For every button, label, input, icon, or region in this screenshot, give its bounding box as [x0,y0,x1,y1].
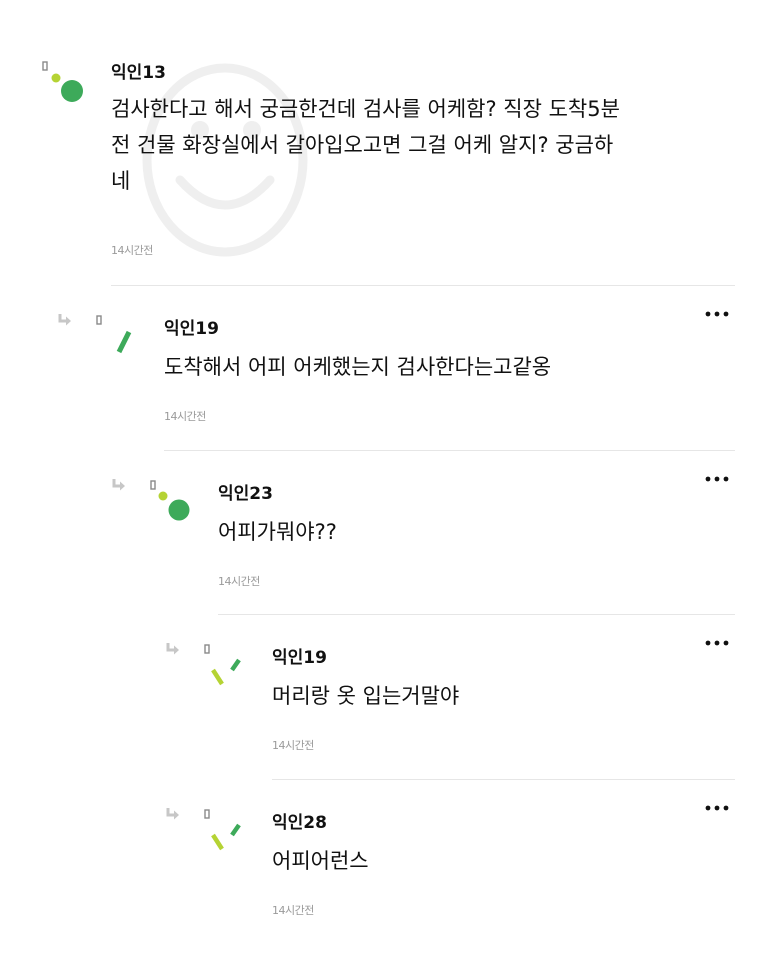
green-dot-avatar-icon [51,73,83,102]
divider [272,779,735,780]
comment-author: 익인28 [272,813,327,833]
more-options-icon[interactable] [704,638,730,648]
reply-arrow-icon [112,479,125,491]
divider [111,285,735,286]
comment-body: 도착해서 어피 어케했는지 검사한다는고같옹 [164,350,724,384]
green-dot-avatar-icon [158,491,190,521]
comment-body: 어피어런스 [272,844,712,878]
more-options-icon[interactable] [704,803,730,813]
comment-body: 머리랑 옷 입는거말야 [272,679,712,713]
small-marker-icon [42,61,48,71]
comment-author: 익인13 [111,63,166,83]
comment-time: 14시간전 [272,904,314,917]
comment-line: 어피어런스 [272,849,369,873]
reply-arrow-icon [58,314,71,326]
more-options-icon[interactable] [704,474,730,484]
small-marker-icon [96,315,102,325]
more-options-icon[interactable] [704,309,730,319]
divider [164,450,735,451]
comment-time: 14시간전 [111,244,153,257]
reply-arrow-icon [166,643,179,655]
small-marker-icon [204,809,210,819]
comment-line: 머리랑 옷 입는거말야 [272,684,460,708]
comment-line: 전 건물 화장실에서 갈아입오고면 그걸 어케 알지? 궁금하 [111,133,614,157]
comment-line: 네 [111,169,131,193]
comment-time: 14시간전 [272,739,314,752]
comment-author: 익인19 [272,648,327,668]
lime-check-avatar-icon [211,823,241,851]
comment-body: 검사한다고 해서 궁금한건데 검사를 어케함? 직장 도착5분 전 건물 화장실… [111,92,731,198]
comment-author: 익인19 [164,319,219,339]
comment-author: 익인23 [218,484,273,504]
small-marker-icon [150,480,156,490]
green-bar-avatar-icon [116,330,132,354]
comment-body: 어피가뭐야?? [218,515,718,549]
comment-line: 어피가뭐야?? [218,520,337,544]
lime-check-avatar-icon [211,658,241,686]
reply-arrow-icon [166,808,179,820]
comment-line: 도착해서 어피 어케했는지 검사한다는고같옹 [164,355,552,379]
divider [218,614,735,615]
comment-line: 검사한다고 해서 궁금한건데 검사를 어케함? 직장 도착5분 [111,97,620,121]
comment-time: 14시간전 [164,410,206,423]
comment-time: 14시간전 [218,575,260,588]
small-marker-icon [204,644,210,654]
